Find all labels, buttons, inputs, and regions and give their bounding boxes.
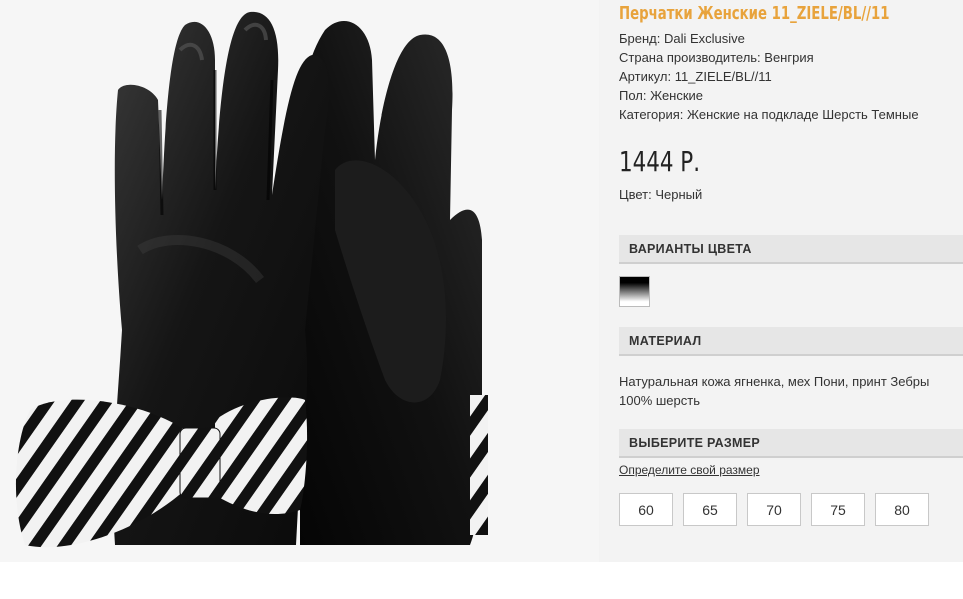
- color-variants-header: ВАРИАНТЫ ЦВЕТА: [619, 235, 963, 264]
- size-options: 60 65 70 75 80: [619, 493, 929, 526]
- material-line-2: 100% шерсть: [619, 393, 700, 408]
- size-button-65[interactable]: 65: [683, 493, 737, 526]
- size-guide-link[interactable]: Определите свой размер: [619, 463, 760, 477]
- size-button-75[interactable]: 75: [811, 493, 865, 526]
- size-button-70[interactable]: 70: [747, 493, 801, 526]
- gloves-photo: [15, 11, 488, 548]
- color-swatch-black[interactable]: [619, 276, 650, 307]
- size-button-80[interactable]: 80: [875, 493, 929, 526]
- product-image: [0, 0, 599, 562]
- product-price: 1444 Р.: [619, 145, 700, 178]
- size-header: ВЫБЕРИТЕ РАЗМЕР: [619, 429, 963, 458]
- product-color: Цвет: Черный: [619, 187, 703, 202]
- product-info-panel: Перчатки Женские 11_ZIELE/BL//11 Бренд: …: [599, 0, 963, 562]
- material-line-1: Натуральная кожа ягненка, мех Пони, прин…: [619, 374, 930, 389]
- material-header: МАТЕРИАЛ: [619, 327, 963, 356]
- material-description: Натуральная кожа ягненка, мех Пони, прин…: [619, 372, 929, 410]
- attr-brand: Бренд: Dali Exclusive: [619, 31, 745, 46]
- size-button-60[interactable]: 60: [619, 493, 673, 526]
- attr-sku: Артикул: 11_ZIELE/BL//11: [619, 69, 772, 84]
- product-attributes: Бренд: Dali Exclusive Страна производите…: [619, 29, 919, 124]
- attr-category: Категория: Женские на подкладе Шерсть Те…: [619, 107, 919, 122]
- attr-gender: Пол: Женские: [619, 88, 704, 103]
- attr-country: Страна производитель: Венгрия: [619, 50, 814, 65]
- product-title: Перчатки Женские 11_ZIELE/BL//11: [619, 3, 890, 24]
